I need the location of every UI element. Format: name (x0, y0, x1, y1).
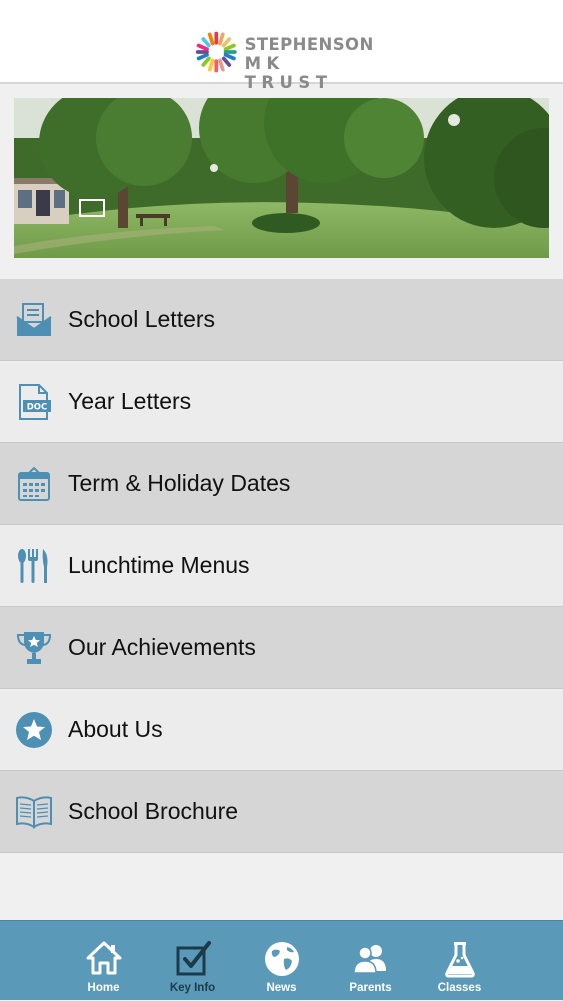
tab-key-info[interactable]: Key Info (148, 921, 237, 1001)
menu-item-label: School Brochure (68, 798, 239, 824)
checkbox-icon (176, 941, 211, 976)
logo-line-1: STEPHENSON (244, 35, 374, 54)
tab-news[interactable]: News (237, 921, 326, 1001)
bottom-tab-bar: Home Key Info News Parents Classes (0, 920, 563, 1000)
menu-item-school-brochure[interactable]: School Brochure (0, 771, 563, 853)
tab-classes[interactable]: Classes (415, 921, 504, 1001)
tab-label: Parents (349, 982, 392, 994)
menu-item-label: About Us (68, 716, 163, 742)
tab-label: Home (87, 982, 120, 994)
menu-item-lunchtime-menus[interactable]: Lunchtime Menus (0, 525, 563, 607)
menu-item-about-us[interactable]: About Us (0, 689, 563, 771)
trust-logo[interactable]: STEPHENSON MK TRUST (194, 28, 374, 92)
menu-item-label: Lunchtime Menus (68, 552, 250, 578)
hero-image (14, 98, 549, 258)
menu-item-our-achievements[interactable]: Our Achievements (0, 607, 563, 689)
globe-icon (264, 942, 299, 976)
logo-text: STEPHENSON MK TRUST (245, 35, 374, 92)
tab-parents[interactable]: Parents (326, 921, 415, 1001)
open-book-icon (14, 792, 54, 832)
menu-item-label: Term & Holiday Dates (68, 470, 291, 496)
tab-label: Classes (437, 982, 482, 994)
cutlery-icon (14, 546, 54, 586)
menu-item-label: School Letters (68, 306, 216, 332)
tab-home[interactable]: Home (59, 921, 148, 1001)
envelope-icon (14, 300, 54, 340)
trophy-icon (14, 628, 54, 668)
menu-item-year-letters[interactable]: DOC Year Letters (0, 361, 563, 443)
starburst-logo-icon (195, 31, 237, 73)
tab-label: News (266, 982, 297, 994)
app-header: STEPHENSON MK TRUST (0, 0, 563, 92)
key-info-menu: School Letters DOC Year Letters Term & H… (0, 279, 563, 853)
tab-label: Key Info (169, 982, 216, 994)
home-icon (86, 941, 121, 975)
menu-item-label: Year Letters (68, 388, 192, 414)
doc-file-icon: DOC (14, 382, 54, 422)
svg-text:DOC: DOC (27, 402, 48, 412)
menu-item-term-holiday-dates[interactable]: Term & Holiday Dates (0, 443, 563, 525)
people-icon (352, 945, 386, 974)
menu-item-label: Our Achievements (68, 634, 256, 660)
flask-icon (444, 942, 475, 978)
logo-line-2: MK TRUST (244, 54, 333, 92)
menu-item-school-letters[interactable]: School Letters (0, 279, 563, 361)
star-badge-icon (14, 710, 54, 750)
calendar-icon (14, 464, 54, 504)
